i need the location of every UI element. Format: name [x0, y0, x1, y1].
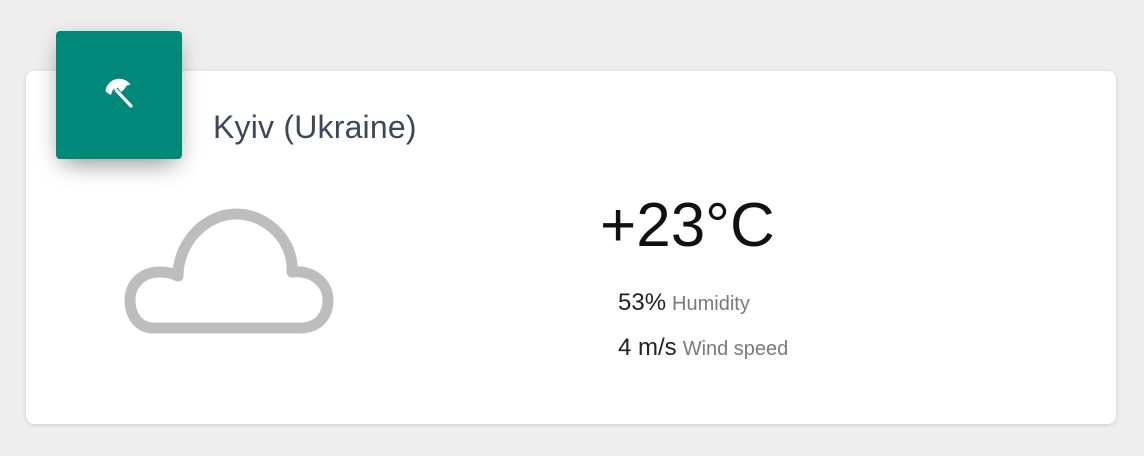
wind-row: 4 m/s Wind speed [618, 336, 788, 360]
cloud-icon [122, 200, 336, 340]
humidity-row: 53% Humidity [618, 291, 750, 315]
weather-widget-stage: Kyiv (Ukraine) +23°C 53% Humidity 4 m/s Wi… [0, 0, 1144, 456]
beach-umbrella-icon [99, 75, 139, 115]
humidity-label: Humidity [672, 293, 750, 315]
temperature-value: +23°C [600, 191, 775, 260]
location-name: Kyiv (Ukraine) [213, 109, 417, 145]
humidity-value: 53% [618, 289, 667, 316]
wind-speed-value: 4 m/s [618, 334, 677, 361]
card-header-badge [56, 31, 182, 159]
wind-speed-label: Wind speed [682, 338, 789, 360]
